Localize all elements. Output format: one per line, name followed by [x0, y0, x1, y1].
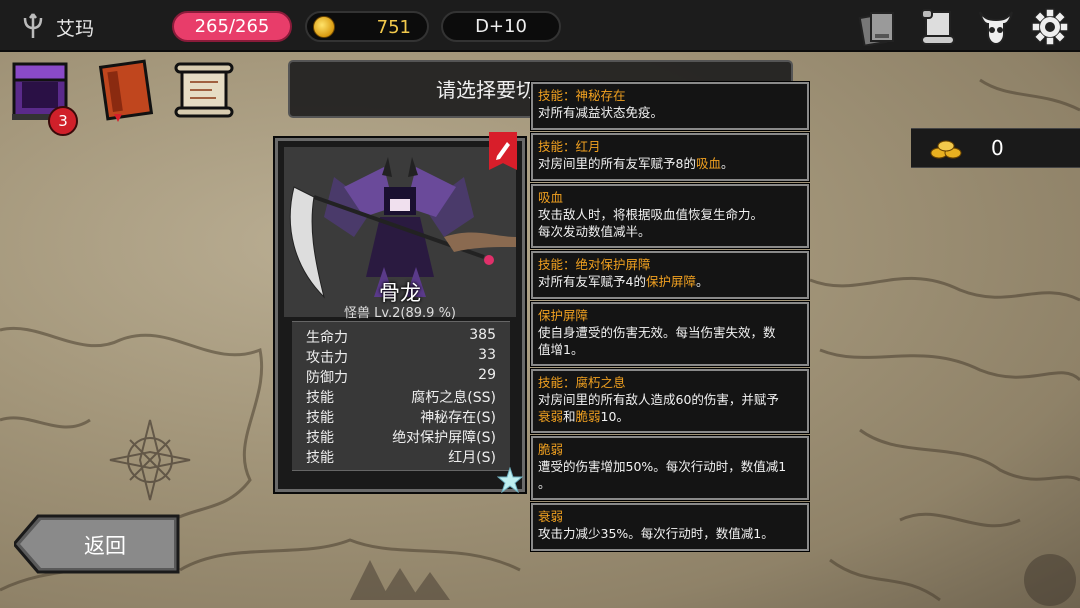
- chest-count-badge: 3: [48, 106, 78, 136]
- hp-indicator: 265/265: [172, 11, 292, 42]
- trident-icon: [23, 13, 43, 38]
- back-button[interactable]: 返回: [14, 514, 180, 574]
- prompt-text: 请选择要切: [436, 78, 536, 102]
- tooltip-lifesteal: 吸血 攻击敌人时，将根据吸血值恢复生命力。 每次发动数值减半。: [530, 183, 810, 249]
- top-bar: 艾玛 265/265 751 D+10: [0, 0, 1080, 52]
- map-scroll-icon[interactable]: [172, 58, 236, 124]
- card-deck-icon[interactable]: [858, 8, 898, 46]
- monster-level: 怪兽 Lv.2(89.9 %): [343, 306, 457, 321]
- gold-pile-counter: 0: [911, 128, 1080, 168]
- gold-value: 751: [376, 17, 411, 38]
- tooltip-fragile: 脆弱 遭受的伤害增加50%。每次行动时，数值减1 。: [530, 435, 810, 501]
- gold-pile-icon: [930, 140, 962, 159]
- tooltip-weaken: 衰弱 攻击力减少35%。每次行动时，数值减1。: [530, 502, 810, 552]
- star-icon: [497, 467, 523, 493]
- tooltip-red-moon: 技能：红月 对房间里的所有友军赋予8的吸血。: [530, 132, 810, 182]
- stat-row: 攻击力 33: [306, 347, 496, 366]
- floor-value: D+10: [475, 16, 527, 37]
- coin-icon: [313, 16, 335, 38]
- player-name: 艾玛: [56, 18, 95, 40]
- stat-row: 防御力 29: [306, 367, 496, 386]
- skill-row[interactable]: 技能 红月(S): [306, 447, 496, 467]
- floor-indicator: D+10: [441, 11, 561, 42]
- gold-indicator: 751: [305, 11, 429, 42]
- scroll-icon[interactable]: [918, 8, 958, 46]
- tooltip-absolute-barrier: 技能：绝对保护屏障 对所有友军赋予4的保护屏障。: [530, 250, 810, 300]
- tooltip-mystic-presence: 技能：神秘存在 对所有减益状态免疫。: [530, 81, 810, 131]
- demon-skull-icon[interactable]: [976, 8, 1016, 46]
- skill-row[interactable]: 技能 腐朽之息(SS): [306, 387, 496, 407]
- gear-icon[interactable]: [1030, 8, 1070, 46]
- tooltip-barrier: 保护屏障 使自身遭受的伤害无效。每当伤害失效，数 值增1。: [530, 301, 810, 367]
- gold-pile-value: 0: [991, 136, 1004, 160]
- stats-panel: 生命力 385 攻击力 33 防御力 29 技能 腐朽之息(SS) 技能 神秘存…: [292, 321, 510, 471]
- tooltip-decay-breath: 技能：腐朽之息 对房间里的所有敌人造成60的伤害，并赋予 衰弱和脆弱10。: [530, 368, 810, 434]
- hp-value: 265/265: [194, 16, 270, 37]
- skill-row[interactable]: 技能 神秘存在(S): [306, 407, 496, 427]
- stat-row: 生命力 385: [306, 327, 496, 346]
- book-icon[interactable]: [96, 58, 160, 124]
- skill-row[interactable]: 技能 绝对保护屏障(S): [306, 427, 496, 447]
- monster-card[interactable]: 骨龙 怪兽 Lv.2(89.9 %) 生命力 385 攻击力 33 防御力 29…: [273, 132, 527, 494]
- back-button-label: 返回: [84, 534, 126, 558]
